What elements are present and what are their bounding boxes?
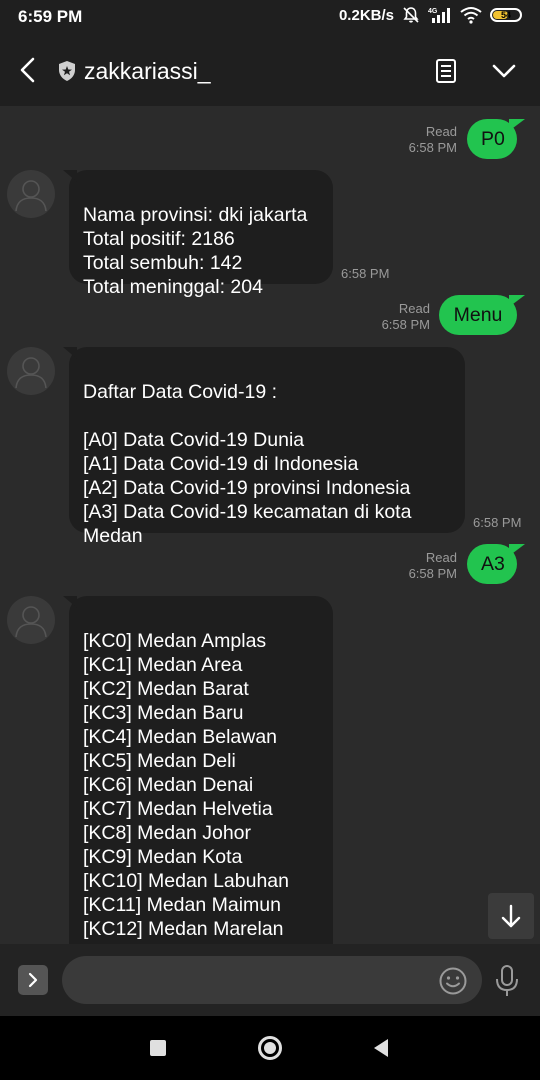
outgoing-message[interactable]: A3 bbox=[467, 544, 525, 584]
avatar[interactable] bbox=[7, 170, 55, 218]
message-text: Daftar Data Covid-19 : [A0] Data Covid-1… bbox=[83, 381, 412, 547]
message-meta: Read 6:58 PM bbox=[395, 124, 457, 156]
message-text: A3 bbox=[481, 553, 505, 575]
contact-name[interactable]: zakkariassi_ bbox=[84, 58, 211, 85]
status-indicators: 0.2KB/s 4G 54 bbox=[339, 6, 522, 24]
battery-level: 54 bbox=[500, 10, 511, 20]
avatar[interactable] bbox=[7, 596, 55, 644]
incoming-message[interactable]: Daftar Data Covid-19 : [A0] Data Covid-1… bbox=[63, 347, 465, 547]
arrow-down-icon bbox=[501, 904, 521, 928]
user-silhouette-icon bbox=[15, 357, 47, 389]
incoming-message[interactable]: Nama provinsi: dki jakarta Total positif… bbox=[63, 170, 333, 298]
cell-signal-icon: 4G bbox=[428, 8, 450, 23]
message-composer bbox=[0, 944, 540, 1016]
outgoing-message[interactable]: Menu bbox=[439, 295, 525, 335]
home-button[interactable] bbox=[258, 1036, 282, 1060]
network-type-label: 4G bbox=[428, 8, 438, 15]
battery-icon: 54 bbox=[490, 8, 522, 22]
back-arrow-icon[interactable] bbox=[16, 56, 40, 84]
message-text: P0 bbox=[481, 128, 505, 150]
status-time: 6:59 PM bbox=[18, 7, 83, 26]
message-text: Menu bbox=[453, 304, 503, 326]
message-meta: Read 6:58 PM bbox=[368, 301, 430, 333]
wifi-icon bbox=[460, 7, 482, 24]
read-status: Read bbox=[425, 124, 457, 139]
chevron-right-icon bbox=[28, 972, 38, 988]
note-icon[interactable] bbox=[434, 58, 458, 84]
network-speed: 0.2KB/s bbox=[338, 6, 394, 24]
message-time: 6:58 PM bbox=[408, 566, 457, 581]
message-meta: Read 6:58 PM bbox=[395, 550, 457, 582]
expand-menu-button[interactable] bbox=[18, 965, 48, 995]
message-text: Nama provinsi: dki jakarta Total positif… bbox=[83, 204, 308, 298]
read-status: Read bbox=[398, 301, 430, 316]
verified-shield-icon bbox=[59, 61, 75, 81]
message-time: 6:58 PM bbox=[381, 317, 430, 332]
avatar[interactable] bbox=[7, 347, 55, 395]
read-status: Read bbox=[425, 550, 457, 565]
emoji-icon[interactable] bbox=[438, 966, 468, 996]
system-nav-bar bbox=[0, 1016, 540, 1080]
chat-area[interactable]: Read 6:58 PM P0 Nama provinsi: dki jakar… bbox=[0, 106, 540, 944]
user-silhouette-icon bbox=[15, 606, 47, 638]
status-bar: 6:59 PM 0.2KB/s 4G 54 bbox=[0, 0, 540, 34]
message-time: 6:58 PM bbox=[408, 140, 457, 155]
chat-header: zakkariassi_ bbox=[0, 34, 540, 106]
message-time: 6:58 PM bbox=[473, 515, 522, 530]
chevron-down-icon[interactable] bbox=[490, 60, 518, 82]
message-time: 6:58 PM bbox=[341, 266, 390, 281]
mute-bell-icon bbox=[403, 7, 419, 23]
message-input[interactable] bbox=[62, 956, 482, 1004]
user-silhouette-icon bbox=[15, 180, 47, 212]
message-text: [KC0] Medan Amplas [KC1] Medan Area [KC2… bbox=[83, 630, 313, 944]
microphone-icon[interactable] bbox=[494, 964, 520, 998]
scroll-to-bottom-button[interactable] bbox=[488, 893, 534, 939]
incoming-message[interactable]: [KC0] Medan Amplas [KC1] Medan Area [KC2… bbox=[63, 596, 333, 944]
recent-apps-button[interactable] bbox=[150, 1040, 166, 1056]
nav-back-icon[interactable] bbox=[372, 1038, 390, 1058]
outgoing-message[interactable]: P0 bbox=[467, 119, 525, 159]
